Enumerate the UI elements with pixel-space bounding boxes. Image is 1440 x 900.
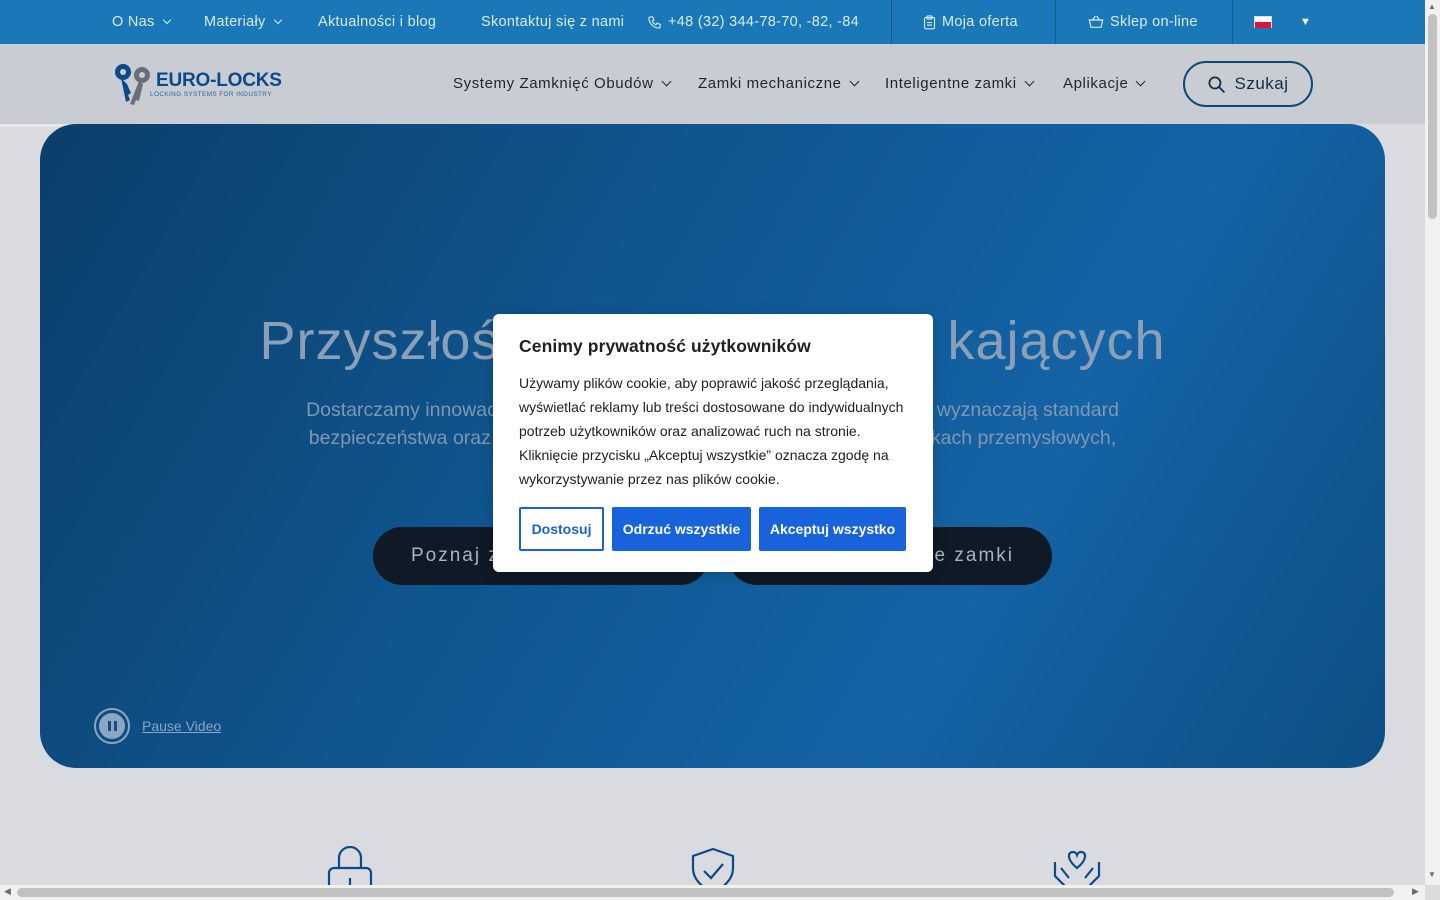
flag-pl-icon	[1254, 16, 1272, 28]
scrollbar-corner	[1425, 885, 1440, 900]
top-utility-bar: O Nas Materiały Aktualności i blog Skont…	[0, 0, 1425, 44]
logo-wordmark: EURO-LOCKS	[156, 70, 282, 91]
topbar-materials-link[interactable]: Materiały	[204, 0, 282, 44]
pause-icon	[94, 708, 130, 744]
heart-hands-icon	[1051, 846, 1103, 890]
divider	[1055, 0, 1056, 44]
logo-tagline: LOCKING SYSTEMS FOR INDUSTRY	[150, 91, 272, 98]
customize-button[interactable]: Dostosuj	[519, 507, 604, 551]
vertical-scrollbar[interactable]: ▲ ▼	[1425, 0, 1440, 900]
chevron-down-icon	[849, 76, 860, 87]
cookie-consent-dialog: Cenimy prywatność użytkowników Używamy p…	[493, 314, 933, 572]
reject-all-button[interactable]: Odrzuć wszystkie	[612, 507, 751, 551]
clipboard-icon	[923, 14, 936, 29]
scroll-down-icon[interactable]: ▼	[1428, 870, 1436, 879]
pause-video-control[interactable]: Pause Video	[94, 708, 221, 744]
cookie-dialog-text: Używamy plików cookie, aby poprawić jako…	[519, 375, 904, 487]
shield-check-icon	[687, 846, 739, 894]
chevron-down-icon	[1135, 76, 1146, 87]
chevron-down-icon	[1024, 76, 1035, 87]
keys-logo-icon	[115, 64, 150, 105]
nav-applications[interactable]: Aplikacje	[1063, 44, 1146, 124]
horizontal-scrollbar[interactable]: ◀ ▶	[0, 885, 1425, 900]
chevron-down-icon	[273, 15, 282, 25]
topbar-shop-link[interactable]: Sklep on-line	[1088, 0, 1198, 44]
chevron-down-icon	[162, 15, 171, 25]
topbar-offer-link[interactable]: Moja oferta	[923, 0, 1018, 44]
cookie-dialog-actions: Dostosuj Odrzuć wszystkie Akceptuj wszys…	[519, 507, 906, 551]
euro-locks-logo[interactable]: EURO-LOCKS LOCKING SYSTEMS FOR INDUSTRY	[112, 62, 282, 106]
nav-smart-locks[interactable]: Inteligentne zamki	[885, 44, 1035, 124]
phone-icon	[648, 15, 661, 29]
dropdown-arrow-icon: ▼	[1300, 16, 1312, 28]
divider	[891, 0, 892, 44]
scroll-right-icon[interactable]: ▶	[1412, 886, 1419, 897]
scroll-up-icon[interactable]: ▲	[1428, 2, 1436, 11]
chevron-down-icon	[661, 76, 671, 87]
scroll-left-icon[interactable]: ◀	[4, 886, 11, 897]
topbar-news-link[interactable]: Aktualności i blog	[318, 0, 436, 44]
nav-enclosure-systems[interactable]: Systemy Zamknięć Obudów	[453, 44, 671, 124]
nav-mechanical-locks[interactable]: Zamki mechaniczne	[698, 44, 860, 124]
topbar-about-link[interactable]: O Nas	[112, 0, 171, 44]
search-icon	[1208, 76, 1226, 93]
topbar-phone-link[interactable]: +48 (32) 344-78-70, -82, -84	[647, 0, 859, 44]
horizontal-scroll-thumb[interactable]	[17, 888, 1394, 897]
pause-video-label: Pause Video	[142, 718, 222, 734]
search-button[interactable]: Szukaj	[1183, 61, 1313, 107]
vertical-scroll-thumb[interactable]	[1428, 14, 1437, 219]
divider	[1232, 0, 1233, 44]
basket-icon	[1088, 15, 1104, 28]
accept-all-button[interactable]: Akceptuj wszystko	[759, 507, 906, 551]
language-selector[interactable]: ▼	[1254, 0, 1311, 44]
lock-icon	[324, 845, 376, 900]
cookie-dialog-title: Cenimy prywatność użytkowników	[519, 336, 811, 356]
topbar-contact-link[interactable]: Skontaktuj się z nami	[481, 0, 624, 44]
